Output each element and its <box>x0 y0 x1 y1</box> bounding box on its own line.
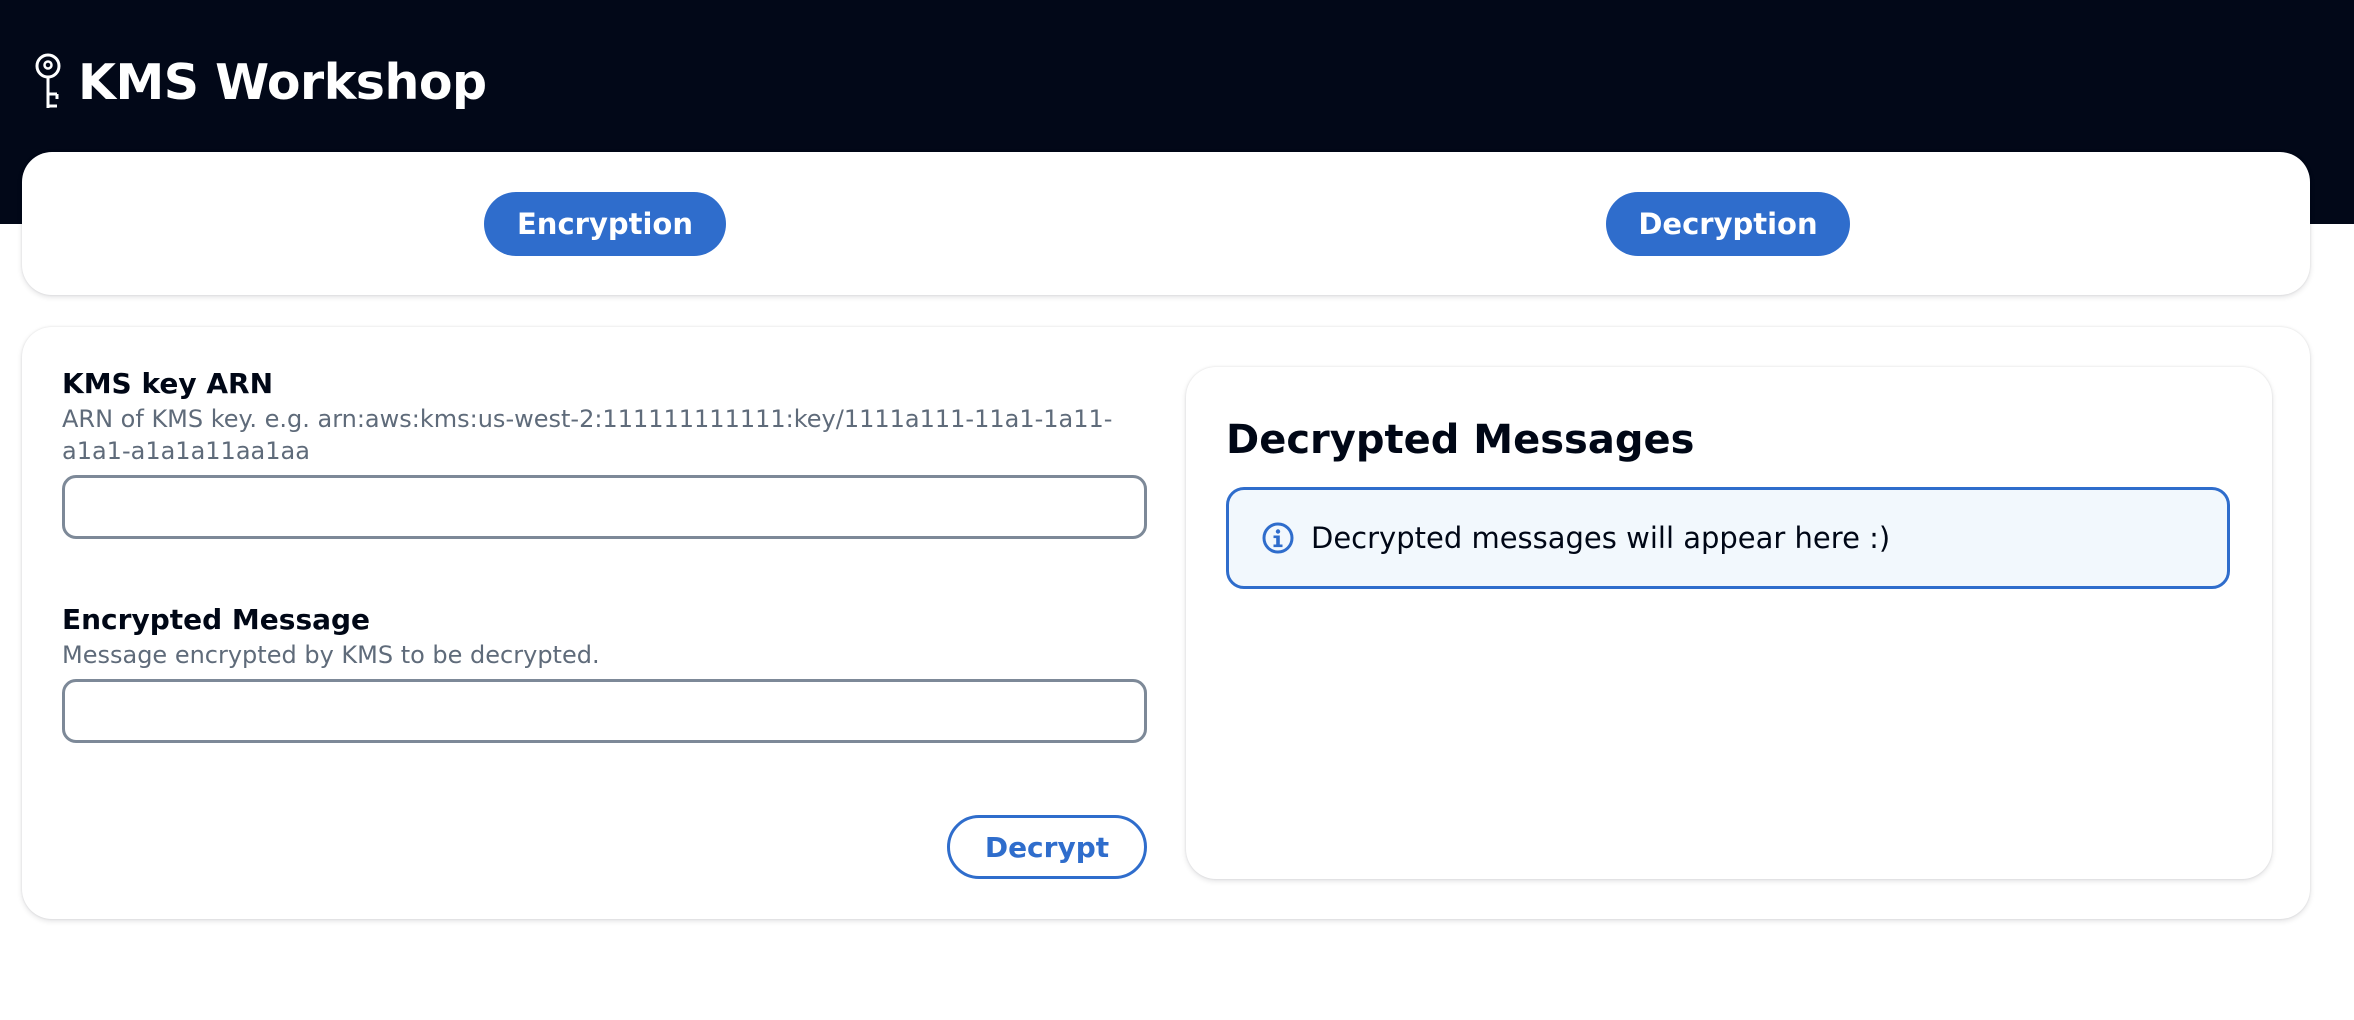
key-icon <box>30 52 70 112</box>
decrypt-form: KMS key ARN ARN of KMS key. e.g. arn:aws… <box>62 367 1147 743</box>
arn-field-block: KMS key ARN ARN of KMS key. e.g. arn:aws… <box>62 367 1147 539</box>
encrypted-message-input[interactable] <box>62 679 1147 743</box>
kms-key-arn-input[interactable] <box>62 475 1147 539</box>
arn-label: KMS key ARN <box>62 367 273 400</box>
arn-description: ARN of KMS key. e.g. arn:aws:kms:us-west… <box>62 405 1113 465</box>
navigation-card: Encryption Decryption <box>22 152 2310 295</box>
info-alert: Decrypted messages will appear here :) <box>1226 487 2230 589</box>
encryption-tab-button[interactable]: Encryption <box>484 192 726 256</box>
decrypted-messages-title: Decrypted Messages <box>1226 417 1695 463</box>
decrypt-button[interactable]: Decrypt <box>947 815 1147 879</box>
decryption-tab-button[interactable]: Decryption <box>1606 192 1850 256</box>
app-title: KMS Workshop <box>78 53 487 111</box>
message-field-block: Encrypted Message Message encrypted by K… <box>62 603 1147 743</box>
decrypted-messages-card: Decrypted Messages Decrypted messages wi… <box>1186 367 2272 879</box>
info-icon <box>1261 521 1295 555</box>
brand: KMS Workshop <box>30 50 487 114</box>
encrypted-message-label: Encrypted Message <box>62 603 371 636</box>
encrypted-message-description: Message encrypted by KMS to be decrypted… <box>62 641 600 669</box>
alert-text: Decrypted messages will appear here :) <box>1311 521 1891 555</box>
decryption-panel: KMS key ARN ARN of KMS key. e.g. arn:aws… <box>22 327 2310 919</box>
